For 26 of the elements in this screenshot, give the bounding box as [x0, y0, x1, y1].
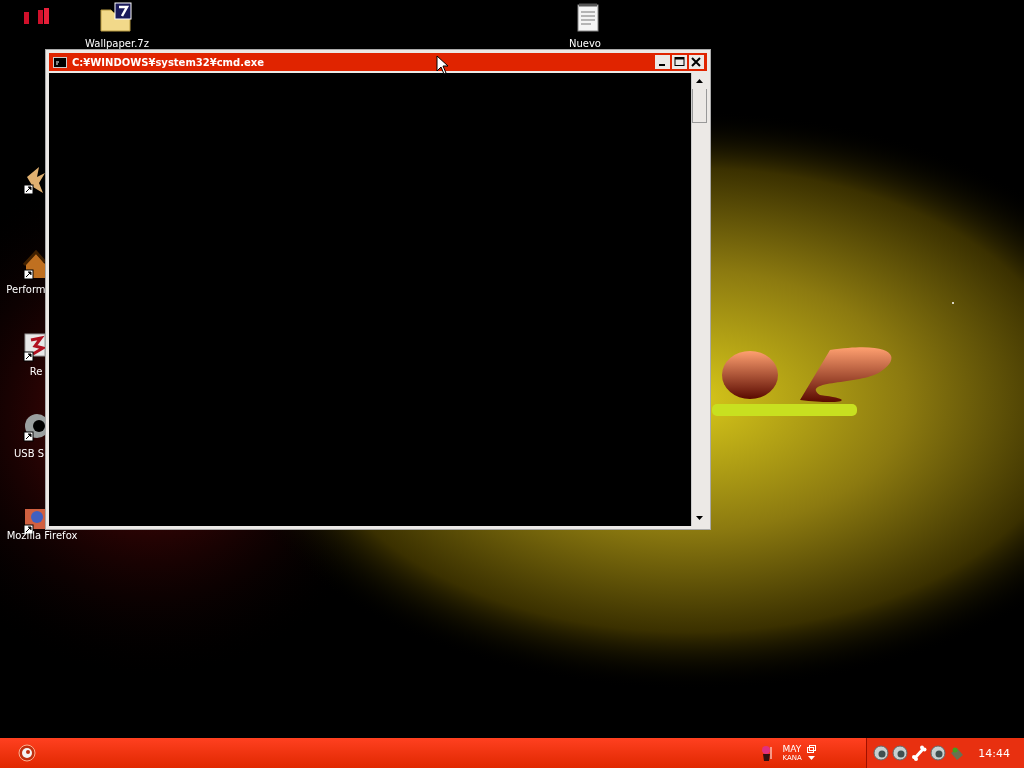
- minimize-button[interactable]: [655, 55, 670, 69]
- input-mode-label[interactable]: MAY: [782, 743, 802, 754]
- console-icon: [53, 56, 67, 68]
- restore-icon[interactable]: [807, 744, 817, 753]
- icon-label[interactable]: Nuevo: [560, 38, 610, 50]
- icon-label[interactable]: Perform: [6, 284, 46, 296]
- scroll-thumb[interactable]: [692, 89, 707, 123]
- bird-shortcut-icon[interactable]: [23, 165, 45, 195]
- icon-label[interactable]: Re: [28, 366, 44, 378]
- maximize-button[interactable]: [672, 55, 687, 69]
- start-button[interactable]: [18, 744, 36, 762]
- icon-label[interactable]: Wallpaper.7z: [78, 38, 156, 50]
- disc-icon[interactable]: [873, 745, 890, 761]
- disc-icon[interactable]: [892, 745, 909, 761]
- cursor-icon: [436, 55, 448, 75]
- icon-label[interactable]: Mozilla Firefox: [2, 530, 82, 542]
- close-button[interactable]: [689, 55, 704, 69]
- disc-icon[interactable]: [930, 745, 947, 761]
- window-title: C:¥WINDOWS¥system32¥cmd.exe: [72, 56, 264, 68]
- caret-icon[interactable]: [807, 755, 815, 761]
- archive-folder-icon[interactable]: [100, 2, 132, 32]
- monitor-shortcut-icon[interactable]: [23, 332, 45, 362]
- scrollbar[interactable]: [691, 73, 707, 526]
- bone-icon[interactable]: [911, 745, 928, 761]
- clock[interactable]: 14:44: [978, 746, 1010, 760]
- icon-label[interactable]: USB S: [14, 448, 44, 460]
